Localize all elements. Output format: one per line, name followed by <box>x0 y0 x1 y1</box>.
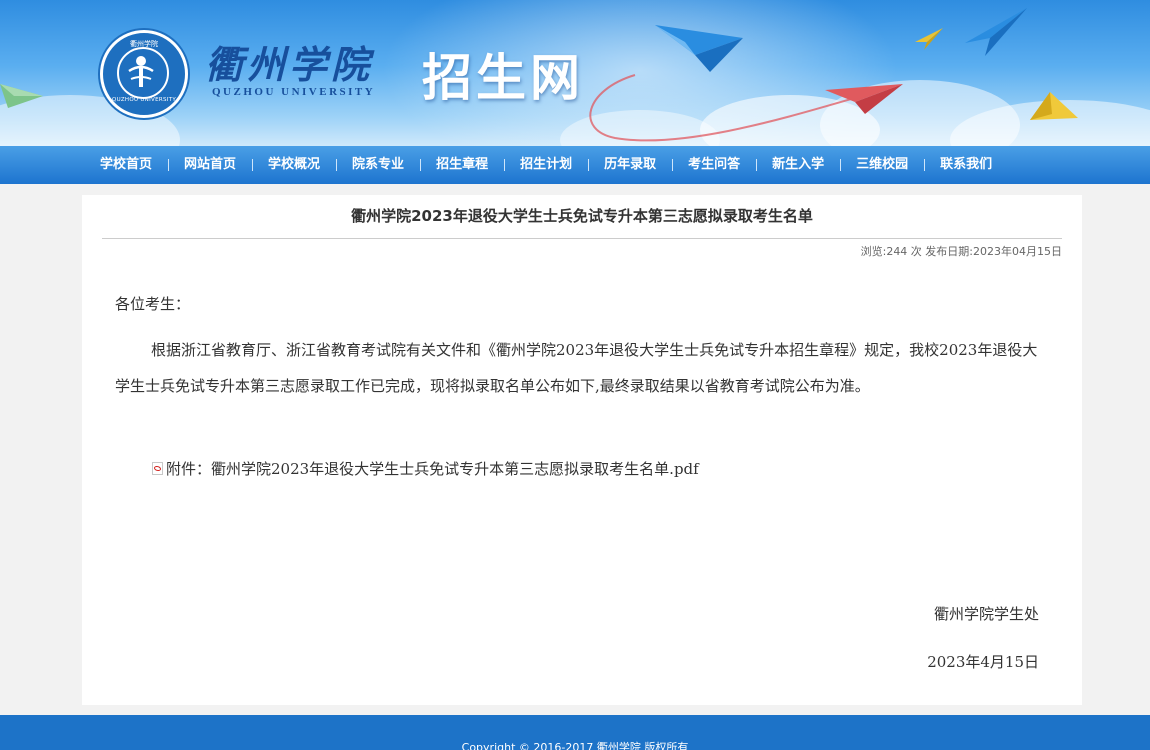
nav-item-school-overview[interactable]: 学校概况 <box>252 146 336 184</box>
header-banner: 衢州学院 QUZHOU UNIVERSITY 衢州学院 QUZHOU UNIVE… <box>0 0 1150 146</box>
signature-org: 衢州学院学生处 <box>933 605 1039 623</box>
seal-emblem <box>117 47 169 99</box>
nav-item-school-home[interactable]: 学校首页 <box>84 146 168 184</box>
paper-plane-icon <box>915 28 943 50</box>
main-nav: 学校首页 网站首页 学校概况 院系专业 招生章程 招生计划 历年录取 考生问答 … <box>0 146 1150 184</box>
attachment-link[interactable]: 附件：衢州学院2023年退役大学生士兵免试专升本第三志愿拟录取考生名单.pdf <box>152 458 699 479</box>
nav-item-site-home[interactable]: 网站首页 <box>168 146 252 184</box>
article-paragraph: 根据浙江省教育厅、浙江省教育考试院有关文件和《衢州学院2023年退役大学生士兵免… <box>115 341 1038 395</box>
pdf-icon <box>152 462 163 475</box>
nav-list: 学校首页 网站首页 学校概况 院系专业 招生章程 招生计划 历年录取 考生问答 … <box>84 146 1008 184</box>
paper-plane-icon <box>825 84 903 114</box>
torch-icon <box>128 56 154 87</box>
signature-date: 2023年4月15日 <box>927 653 1039 671</box>
paper-plane-icon <box>1030 92 1078 120</box>
seal-text-bottom: QUZHOU UNIVERSITY <box>111 97 177 103</box>
nav-item-freshman[interactable]: 新生入学 <box>756 146 840 184</box>
article-greeting: 各位考生： <box>115 295 191 313</box>
university-logo-english: QUZHOU UNIVERSITY <box>212 86 376 98</box>
university-seal[interactable]: 衢州学院 QUZHOU UNIVERSITY <box>100 30 188 118</box>
nav-item-3d-campus[interactable]: 三维校园 <box>840 146 924 184</box>
paper-plane-icon <box>0 84 43 108</box>
article-title: 衢州学院2023年退役大学生士兵免试专升本第三志愿拟录取考生名单 <box>351 207 813 225</box>
paper-plane-icon <box>965 8 1027 56</box>
nav-item-departments[interactable]: 院系专业 <box>336 146 420 184</box>
nav-item-admission-rules[interactable]: 招生章程 <box>420 146 504 184</box>
nav-item-admission-plan[interactable]: 招生计划 <box>504 146 588 184</box>
paper-plane-icon <box>655 25 743 72</box>
copyright-text: Copyright © 2016-2017 衢州学院 版权所有 <box>461 741 689 750</box>
nav-item-faq[interactable]: 考生问答 <box>672 146 756 184</box>
footer: Copyright © 2016-2017 衢州学院 版权所有 <box>0 715 1150 750</box>
nav-item-past-admissions[interactable]: 历年录取 <box>588 146 672 184</box>
site-title[interactable]: 招生网 <box>422 38 584 110</box>
university-logo-text[interactable]: 衢州学院 <box>205 34 373 89</box>
title-divider <box>102 238 1062 239</box>
nav-item-contact[interactable]: 联系我们 <box>924 146 1008 184</box>
attachment-label[interactable]: 附件：衢州学院2023年退役大学生士兵免试专升本第三志愿拟录取考生名单.pdf <box>166 458 699 479</box>
article-card: 衢州学院2023年退役大学生士兵免试专升本第三志愿拟录取考生名单 浏览:244 … <box>82 195 1082 705</box>
article-meta: 浏览:244 次 发布日期:2023年04月15日 <box>860 245 1062 258</box>
